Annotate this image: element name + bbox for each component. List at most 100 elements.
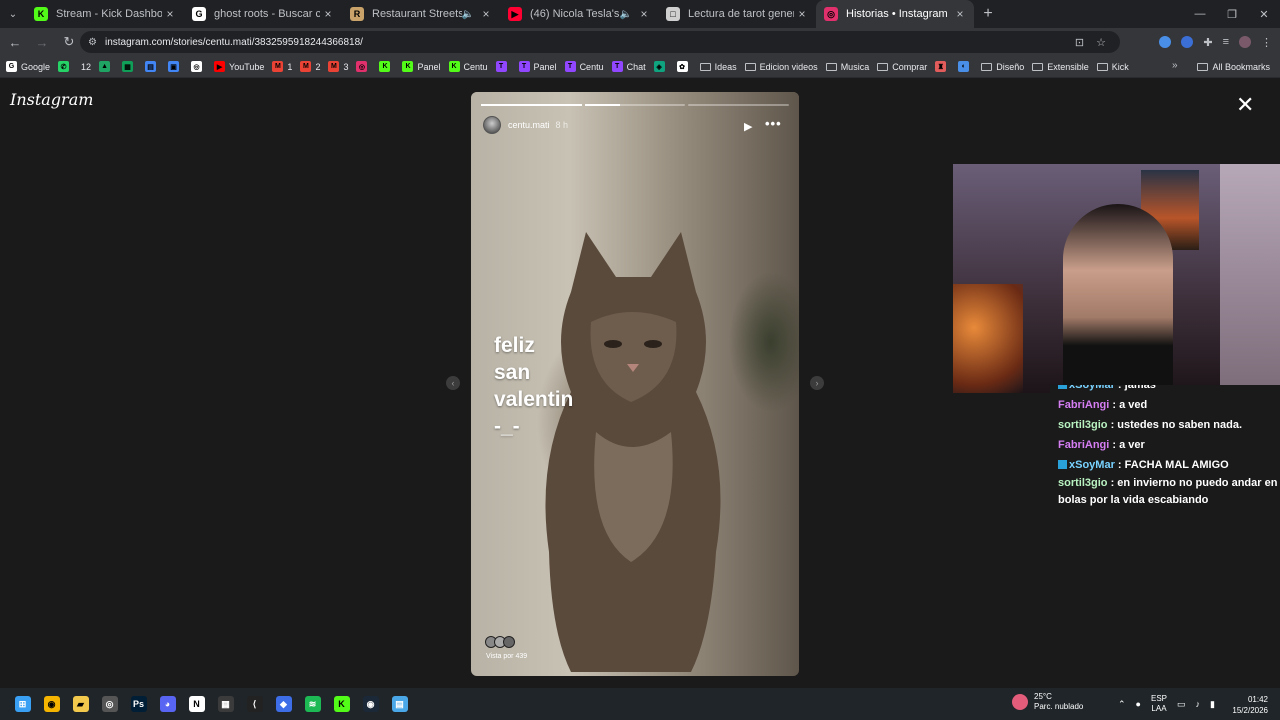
new-tab-button[interactable]: +	[974, 5, 1002, 23]
bookmark-item[interactable]: ▤	[145, 61, 160, 72]
bookmark-item[interactable]: M3	[328, 61, 348, 72]
bookmark-item[interactable]: K Panel	[402, 61, 441, 72]
tray-overflow-chevron-icon[interactable]: ⌃	[1118, 699, 1126, 710]
tab-close-button[interactable]: ×	[478, 7, 494, 21]
previous-story-arrow[interactable]: ‹	[446, 376, 460, 390]
taskbar-spotify-icon[interactable]: ≋	[298, 688, 327, 720]
browser-tab[interactable]: Gghost roots - Buscar con Goog×	[184, 0, 342, 28]
tab-close-button[interactable]: ×	[794, 7, 810, 21]
extension-icon[interactable]	[1181, 36, 1194, 48]
bookmark-item[interactable]: 12	[81, 62, 91, 72]
taskbar-file-explorer-icon[interactable]: ▰	[66, 688, 95, 720]
bookmark-favicon-icon: T	[518, 61, 530, 72]
bookmark-folder[interactable]: Edicion videos	[744, 62, 818, 72]
chat-text: a ver	[1119, 439, 1145, 451]
tab-audio-icon[interactable]: 🔈	[620, 9, 632, 20]
bookmark-item[interactable]: ◈	[653, 61, 669, 72]
bookmark-folder[interactable]: Kick	[1096, 62, 1129, 72]
bookmark-item[interactable]: T Panel	[518, 61, 557, 72]
play-icon[interactable]: ▶	[744, 120, 752, 133]
browser-tab[interactable]: K Stream - Kick Dashboard×	[26, 0, 184, 28]
network-icon[interactable]: ▭	[1177, 699, 1186, 710]
browser-tab[interactable]: □ Lectura de tarot general ×	[658, 0, 816, 28]
bookmarks-overflow-chevron-icon[interactable]: »	[1172, 60, 1178, 71]
bookmark-item[interactable]: ◎	[356, 61, 371, 72]
bookmark-item[interactable]: ◐	[958, 61, 973, 72]
story-author-avatar[interactable]	[483, 116, 501, 134]
taskbar-windows-start-icon[interactable]: ⊞	[8, 688, 37, 720]
extension-icon[interactable]	[1159, 36, 1172, 48]
viewer-avatars[interactable]	[485, 636, 515, 648]
bookmark-folder[interactable]: Diseño	[981, 62, 1024, 72]
bookmark-folder[interactable]: Ideas	[699, 62, 737, 72]
bookmark-item[interactable]: ▶ YouTube	[214, 61, 264, 72]
taskbar-photoshop-icon[interactable]: Ps	[124, 688, 153, 720]
site-info-icon[interactable]: ⚙	[88, 37, 97, 48]
clock[interactable]: 01:42 15/2/2026	[1232, 694, 1268, 716]
microphone-icon[interactable]: ●	[1136, 699, 1141, 709]
bookmark-item[interactable]: G Google	[6, 61, 50, 72]
address-bar[interactable]: ⚙ instagram.com/stories/centu.mati/38325…	[80, 31, 1120, 53]
battery-icon[interactable]: ▮	[1210, 699, 1215, 710]
taskbar-calculator-icon[interactable]: ▦	[211, 688, 240, 720]
tab-search-chevron-icon[interactable]: ⌄	[0, 0, 26, 28]
maximize-button[interactable]: ❐	[1216, 0, 1248, 28]
bookmark-item[interactable]: M2	[300, 61, 320, 72]
bookmark-item[interactable]: K Centu	[448, 61, 488, 72]
bookmark-item[interactable]: ✿	[676, 61, 692, 72]
browser-tab[interactable]: R Restaurant Streets — Feed🔈 ×	[342, 0, 500, 28]
bookmark-folder[interactable]: Extensible	[1032, 62, 1089, 72]
bookmark-item[interactable]: ♜	[935, 61, 950, 72]
bookmark-item[interactable]: M1	[272, 61, 292, 72]
instagram-logo[interactable]: Instagram	[10, 90, 93, 109]
taskbar-discord-icon[interactable]: ◕	[153, 688, 182, 720]
taskbar-notion-icon[interactable]: N	[182, 688, 211, 720]
tab-media-icon[interactable]: ≡	[1223, 36, 1229, 48]
more-options-icon[interactable]: •••	[765, 116, 782, 131]
profile-avatar[interactable]	[1239, 36, 1251, 48]
bookmark-item[interactable]: T Chat	[611, 61, 646, 72]
bookmark-item[interactable]: ◎	[191, 61, 206, 72]
taskbar-obs-icon[interactable]: ◎	[95, 688, 124, 720]
bookmark-item[interactable]: ▲	[99, 61, 114, 72]
tab-close-button[interactable]: ×	[162, 7, 178, 21]
menu-kebab-icon[interactable]: ⋮	[1261, 36, 1272, 49]
language-indicator[interactable]: ESP LAA	[1151, 694, 1167, 714]
bookmark-item[interactable]: T Centu	[564, 61, 604, 72]
story-viewer[interactable]: centu.mati 8 h ▶ ••• feliz san valentin …	[471, 92, 799, 676]
browser-tab[interactable]: ◎ Historias • Instagram ×	[816, 0, 974, 28]
volume-icon[interactable]: ♪	[1196, 699, 1201, 709]
close-stories-button[interactable]: ✕	[1236, 94, 1254, 116]
all-bookmarks-button[interactable]: All Bookmarks	[1197, 56, 1270, 78]
taskbar-steam-icon[interactable]: ◉	[356, 688, 385, 720]
taskbar-chrome-icon[interactable]: ◉	[37, 688, 66, 720]
minimize-button[interactable]: —	[1184, 0, 1216, 28]
bookmark-item[interactable]: T	[495, 61, 511, 72]
bookmark-item[interactable]: ▣	[168, 61, 183, 72]
bookmark-star-icon[interactable]: ☆	[1096, 36, 1106, 49]
story-username[interactable]: centu.mati	[508, 120, 550, 130]
weather-widget[interactable]: 25°C Parc. nublado	[1012, 692, 1083, 712]
reload-button[interactable]: ↻	[57, 30, 81, 54]
next-story-arrow[interactable]: ›	[810, 376, 824, 390]
browser-tab[interactable]: ▶ (46) Nicola Tesla's 3-6-9 Co🔈 ×	[500, 0, 658, 28]
viewed-by-count[interactable]: Vista por 439	[486, 653, 527, 660]
bookmark-item[interactable]: ✆	[58, 61, 73, 72]
bookmark-folder[interactable]: Comprar	[877, 62, 927, 72]
taskbar-capcut-icon[interactable]: ⟨	[240, 688, 269, 720]
bookmark-folder[interactable]: Musica	[825, 62, 869, 72]
bookmark-item[interactable]: K	[379, 61, 394, 72]
forward-button[interactable]: →	[30, 30, 54, 54]
close-window-button[interactable]: ✕	[1248, 0, 1280, 28]
taskbar-kick-icon[interactable]: K	[327, 688, 356, 720]
tab-close-button[interactable]: ×	[320, 7, 336, 21]
bookmark-item[interactable]: ▦	[122, 61, 137, 72]
extensions-puzzle-icon[interactable]: ✚	[1203, 36, 1212, 49]
taskbar-app-diamond-icon[interactable]: ◆	[269, 688, 298, 720]
tab-close-button[interactable]: ×	[952, 7, 968, 21]
install-app-icon[interactable]: ⊡	[1075, 36, 1084, 49]
taskbar-notepad-icon[interactable]: ▤	[385, 688, 414, 720]
tab-close-button[interactable]: ×	[636, 7, 652, 21]
tab-audio-icon[interactable]: 🔈	[462, 9, 474, 20]
back-button[interactable]: ←	[3, 30, 27, 54]
